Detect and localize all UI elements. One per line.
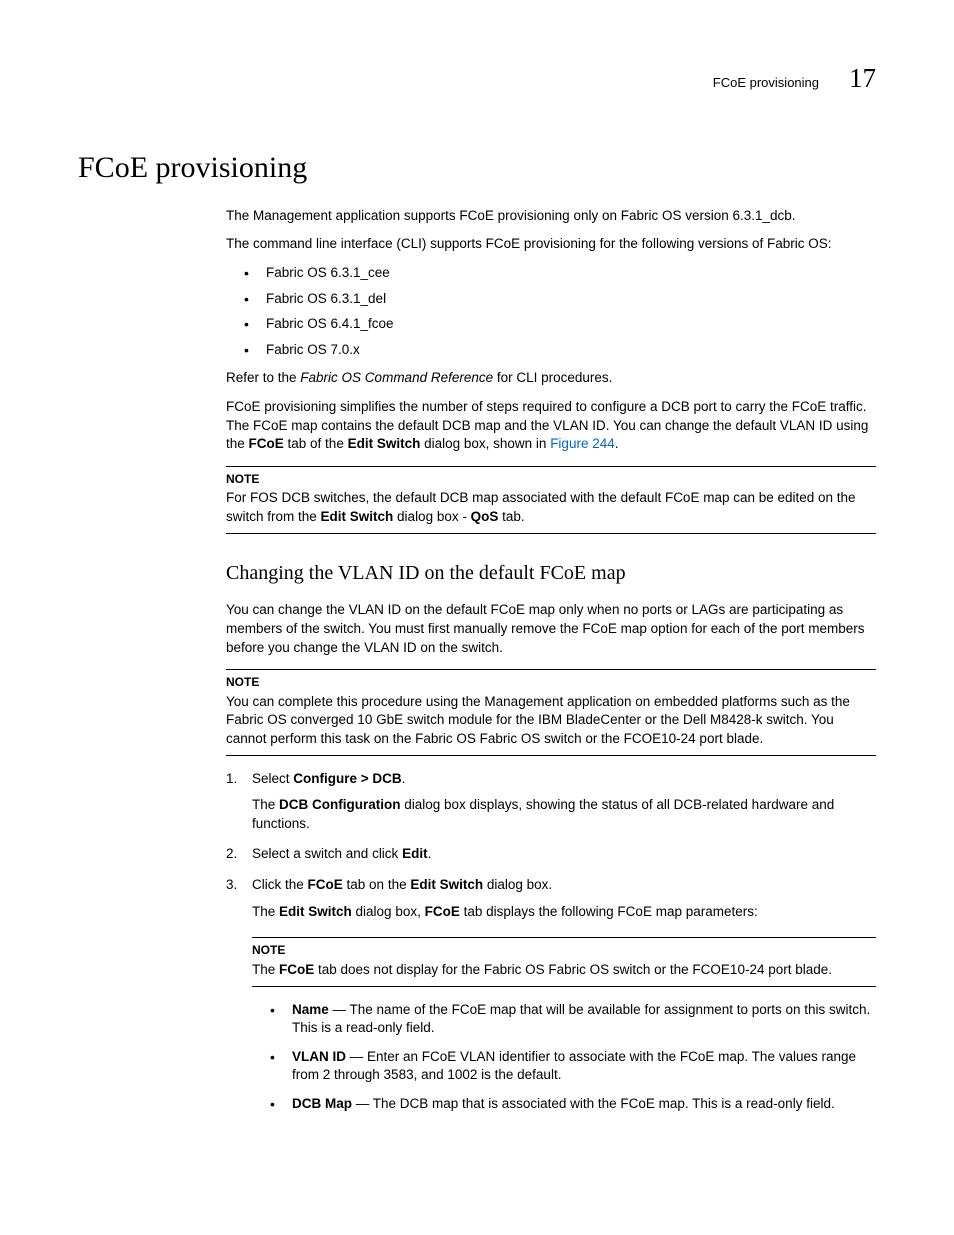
text: .	[615, 436, 619, 451]
text: tab on the	[343, 877, 411, 892]
list-item: Name — The name of the FCoE map that wil…	[270, 1001, 876, 1038]
text: dialog box, shown in	[420, 436, 550, 451]
step-item: Click the FCoE tab on the Edit Switch di…	[226, 876, 876, 1114]
bold: DCB Configuration	[279, 797, 400, 812]
note-label: NOTE	[226, 674, 876, 691]
text: tab.	[498, 509, 524, 524]
step-sub: The Edit Switch dialog box, FCoE tab dis…	[252, 903, 876, 922]
intro-p1: The Management application supports FCoE…	[226, 207, 876, 226]
bold: Edit Switch	[410, 877, 483, 892]
text: — The name of the FCoE map that will be …	[292, 1002, 870, 1036]
note-text: The FCoE tab does not display for the Fa…	[252, 961, 876, 980]
bold: Edit Switch	[348, 436, 421, 451]
text: tab of the	[284, 436, 348, 451]
bold: VLAN ID	[292, 1049, 346, 1064]
intro-p2: The command line interface (CLI) support…	[226, 235, 876, 254]
note-label: NOTE	[252, 942, 876, 959]
bold: DCB Map	[292, 1096, 352, 1111]
note-text: You can complete this procedure using th…	[226, 693, 876, 749]
step-sub: The DCB Configuration dialog box display…	[252, 796, 876, 833]
text: .	[402, 771, 406, 786]
section-heading: Changing the VLAN ID on the default FCoE…	[226, 560, 876, 588]
text: tab displays the following FCoE map para…	[460, 904, 758, 919]
text: tab does not display for the Fabric OS F…	[314, 962, 832, 977]
text: dialog box -	[393, 509, 470, 524]
text: dialog box.	[483, 877, 552, 892]
list-item: VLAN ID — Enter an FCoE VLAN identifier …	[270, 1048, 876, 1085]
note-block: NOTE You can complete this procedure usi…	[226, 669, 876, 755]
bold: Edit Switch	[279, 904, 352, 919]
text: Select a switch and click	[252, 846, 402, 861]
bold: Edit Switch	[321, 509, 394, 524]
note-label: NOTE	[226, 471, 876, 488]
page-header: FCoE provisioning 17	[78, 60, 876, 97]
list-item: Fabric OS 6.4.1_fcoe	[244, 315, 876, 334]
text: The	[252, 904, 279, 919]
steps-list: Select Configure > DCB. The DCB Configur…	[226, 770, 876, 1114]
step-item: Select a switch and click Edit.	[226, 845, 876, 864]
text: for CLI procedures.	[493, 370, 612, 385]
text: .	[428, 846, 432, 861]
text: The	[252, 797, 279, 812]
param-list: Name — The name of the FCoE map that wil…	[270, 1001, 876, 1114]
bold: QoS	[471, 509, 499, 524]
header-chapter: 17	[849, 60, 876, 97]
text: Refer to the	[226, 370, 300, 385]
bold: Configure > DCB	[293, 771, 401, 786]
body: The Management application supports FCoE…	[226, 207, 876, 1114]
list-item: Fabric OS 6.3.1_del	[244, 290, 876, 309]
text: — Enter an FCoE VLAN identifier to assoc…	[292, 1049, 856, 1083]
list-item: DCB Map — The DCB map that is associated…	[270, 1095, 876, 1114]
note-block: NOTE For FOS DCB switches, the default D…	[226, 466, 876, 534]
figure-link[interactable]: Figure 244	[550, 436, 615, 451]
bold: FCoE	[249, 436, 284, 451]
page-title: FCoE provisioning	[78, 147, 876, 188]
bold: FCoE	[425, 904, 460, 919]
ref-title: Fabric OS Command Reference	[300, 370, 493, 385]
list-item: Fabric OS 7.0.x	[244, 341, 876, 360]
bold: FCoE	[308, 877, 343, 892]
section-intro: You can change the VLAN ID on the defaul…	[226, 601, 876, 657]
bold: FCoE	[279, 962, 314, 977]
step-item: Select Configure > DCB. The DCB Configur…	[226, 770, 876, 834]
text: The	[252, 962, 279, 977]
text: dialog box,	[352, 904, 425, 919]
note-block: NOTE The FCoE tab does not display for t…	[252, 937, 876, 986]
note-text: For FOS DCB switches, the default DCB ma…	[226, 489, 876, 526]
ref-para: Refer to the Fabric OS Command Reference…	[226, 369, 876, 388]
bold: Name	[292, 1002, 329, 1017]
bold: Edit	[402, 846, 428, 861]
text: — The DCB map that is associated with th…	[352, 1096, 835, 1111]
desc-para: FCoE provisioning simplifies the number …	[226, 398, 876, 454]
os-list: Fabric OS 6.3.1_cee Fabric OS 6.3.1_del …	[244, 264, 876, 360]
text: Select	[252, 771, 293, 786]
list-item: Fabric OS 6.3.1_cee	[244, 264, 876, 283]
header-section: FCoE provisioning	[713, 74, 819, 92]
text: Click the	[252, 877, 308, 892]
